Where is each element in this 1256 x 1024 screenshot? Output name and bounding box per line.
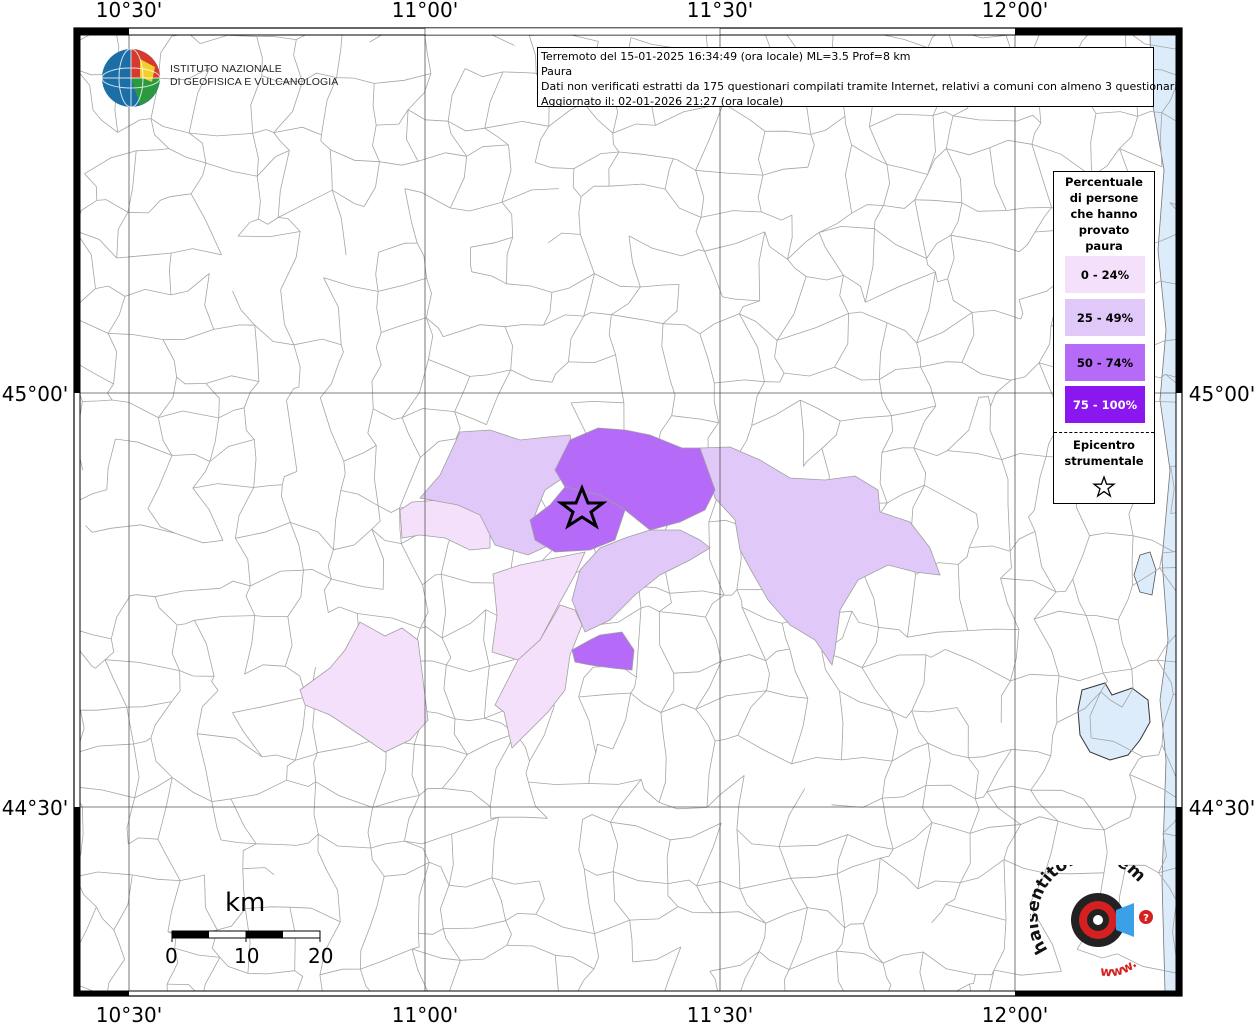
star-icon — [1092, 475, 1116, 498]
legend-class-75-100: 75 - 100% — [1065, 386, 1145, 423]
data-note: Dati non verificati estratti da 175 ques… — [541, 80, 1181, 93]
epicenter-line: Epicentro — [1073, 438, 1135, 452]
legend: Percentuale di persone che hanno provato… — [1053, 171, 1155, 504]
municipal-border — [1212, 499, 1226, 536]
municipal-border — [552, 1018, 559, 1024]
municipal-border — [1182, 628, 1220, 634]
legend-title-line: provato — [1078, 223, 1130, 237]
municipal-border — [1222, 845, 1226, 867]
svg-text:?: ? — [1143, 913, 1149, 924]
event-info-box: Terremoto del 15-01-2025 16:34:49 (ora l… — [537, 47, 1181, 108]
lon-bottom-3: 11°30' — [687, 1003, 753, 1024]
target-icon: haisentitoilterremoto.it www. ? — [1023, 846, 1153, 981]
lon-top-1: 10°30' — [96, 0, 162, 22]
lon-bottom-2: 11°00' — [392, 1003, 458, 1024]
legend-title-line: che hanno — [1070, 207, 1138, 221]
lon-top-2: 11°00' — [392, 0, 458, 22]
legend-title-line: paura — [1085, 239, 1123, 253]
municipal-border — [1215, 24, 1221, 69]
lat-right-1: 45°00' — [1189, 382, 1255, 406]
municipal-border — [1219, 68, 1230, 136]
haisentito-logo: haisentitoilterremoto.it www. ? — [1023, 846, 1170, 981]
municipal-border — [629, 997, 640, 1024]
epicenter-legend-label: Epicentro strumentale — [1054, 437, 1154, 469]
lon-top-4: 12°00' — [982, 0, 1048, 22]
lat-left-1: 45°00' — [2, 382, 68, 406]
scale-label-20: 20 — [308, 944, 334, 968]
globe-icon — [101, 48, 161, 108]
municipal-border — [201, 999, 209, 1024]
ingv-logo-text: ISTITUTO NAZIONALE DI GEOFISICA E VULCAN… — [170, 63, 338, 89]
municipal-border — [1202, 698, 1217, 761]
municipal-border — [1205, 136, 1230, 160]
municipal-border — [1208, 252, 1213, 277]
map-parameter: Paura — [541, 65, 573, 78]
legend-class-50-74: 50 - 74% — [1065, 344, 1145, 381]
legend-separator — [1054, 432, 1154, 433]
municipal-border — [1170, 465, 1176, 467]
scale-unit: km — [225, 888, 266, 918]
scale-label-10: 10 — [234, 944, 260, 968]
lat-right-2: 44°30' — [1189, 796, 1255, 820]
epicenter-line: strumentale — [1064, 454, 1144, 468]
municipal-border — [1170, 512, 1176, 514]
municipal-border — [1214, 323, 1224, 376]
svg-text:www.: www. — [1100, 957, 1140, 980]
municipal-border — [1202, 761, 1224, 791]
municipal-border — [1200, 1014, 1230, 1024]
legend-class-0-24: 0 - 24% — [1065, 256, 1145, 293]
municipal-border — [485, 1009, 510, 1024]
lon-bottom-1: 10°30' — [96, 1003, 162, 1024]
municipal-border — [629, 997, 658, 1011]
logo-line-1: ISTITUTO NAZIONALE — [170, 63, 282, 75]
municipal-border — [1178, 24, 1215, 50]
municipal-border — [1195, 971, 1200, 1014]
lat-left-2: 44°30' — [2, 796, 68, 820]
update-time: Aggiornato il: 02-01-2026 21:27 (ora loc… — [541, 95, 784, 108]
municipal-border — [1198, 909, 1216, 971]
legend-title-line: di persone — [1069, 191, 1139, 205]
municipal-border — [1046, 995, 1076, 1015]
municipal-border — [785, 993, 851, 1004]
event-title: Terremoto del 15-01-2025 16:34:49 (ora l… — [541, 50, 911, 63]
municipal-border — [1208, 219, 1229, 252]
lon-bottom-4: 12°00' — [982, 1003, 1048, 1024]
logo-line-2: DI GEOFISICA E VULCANOLOGIA — [170, 76, 339, 88]
legend-title: Percentuale di persone che hanno provato… — [1054, 174, 1154, 254]
municipal-border — [929, 1007, 937, 1024]
municipal-border — [1213, 634, 1220, 666]
municipal-border — [1173, 693, 1176, 695]
municipal-border — [784, 993, 788, 1024]
watermark-www: www. — [1100, 957, 1140, 981]
municipal-border — [574, 997, 629, 999]
municipal-border — [1177, 1012, 1183, 1024]
municipal-border — [823, 1004, 851, 1024]
legend-title-line: Percentuale — [1065, 175, 1143, 189]
municipal-border — [1180, 68, 1220, 77]
lon-top-3: 11°30' — [687, 0, 753, 22]
municipal-border — [1225, 419, 1233, 460]
scale-label-0: 0 — [165, 944, 178, 968]
legend-class-25-49: 25 - 49% — [1065, 299, 1145, 336]
municipal-border — [1209, 666, 1216, 698]
municipal-border — [378, 1008, 384, 1024]
